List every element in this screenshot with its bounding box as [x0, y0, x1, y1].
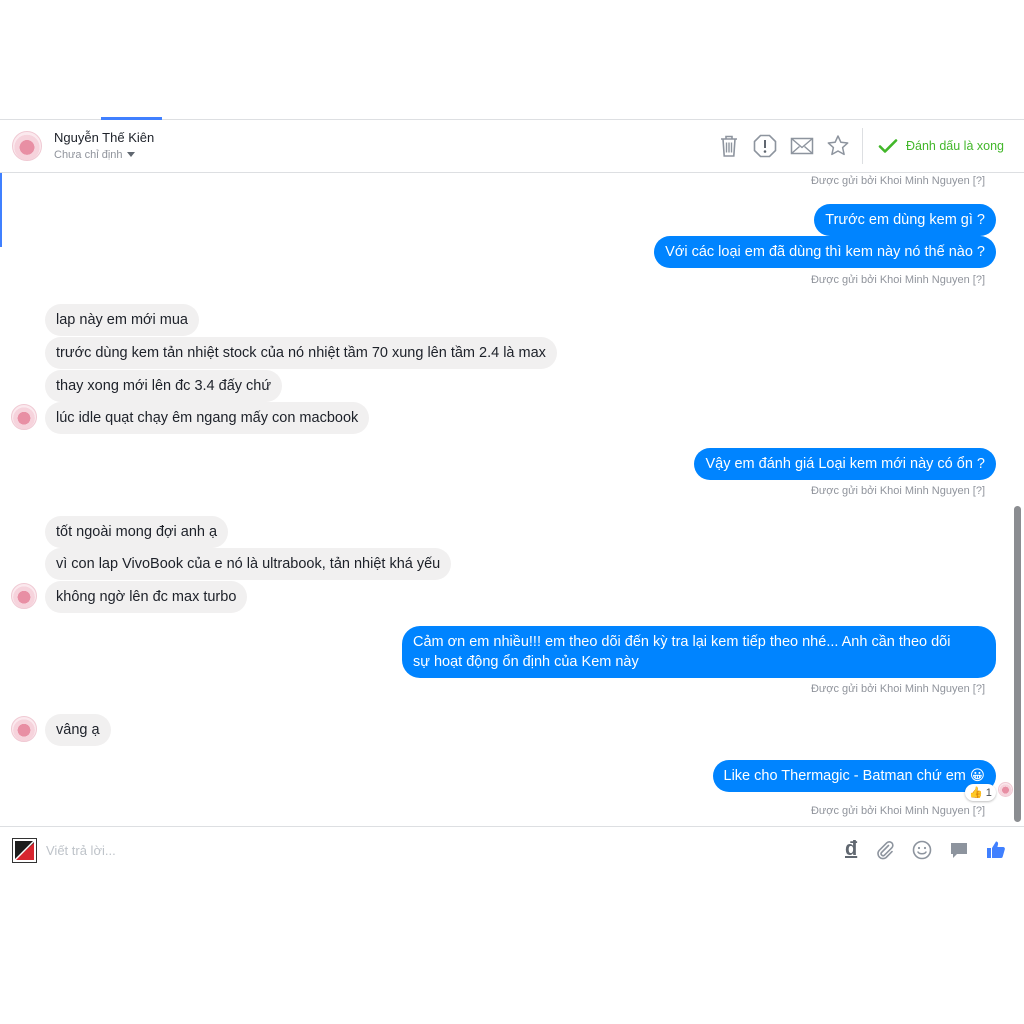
- caret-down-icon: [126, 152, 135, 157]
- message-bubble-outgoing: Với các loại em đã dùng thì kem này nó t…: [654, 236, 996, 268]
- message-bubble-outgoing: Vậy em đánh giá Loại kem mới này có ổn ?: [694, 448, 996, 480]
- contact-avatar: [11, 716, 37, 742]
- contact-avatar: [11, 583, 37, 609]
- message-bubble-outgoing: Cảm ơn em nhiều!!! em theo dõi đến kỳ tr…: [402, 626, 996, 678]
- sent-by-label: Được gửi bởi Khoi Minh Nguyen [?]: [810, 175, 985, 187]
- attachment-icon[interactable]: [874, 839, 896, 861]
- message-bubble-outgoing: Like cho Thermagic - Batman chứ em 😀: [712, 760, 996, 792]
- message-bubble-incoming: lúc idle quạt chạy êm ngang mấy con macb…: [45, 402, 370, 434]
- page-avatar: [12, 838, 37, 863]
- message-bubble-incoming: vâng ạ: [45, 714, 111, 746]
- message-bubble-incoming: trước dùng kem tản nhiệt stock của nó nh…: [45, 337, 557, 369]
- currency-icon[interactable]: đ: [845, 839, 867, 861]
- assignee-label: Chưa chỉ định: [54, 149, 123, 161]
- scrollbar[interactable]: [1014, 506, 1021, 822]
- check-icon: [878, 139, 898, 153]
- seen-avatar: [998, 782, 1013, 797]
- sent-by-label: Được gửi bởi Khoi Minh Nguyen [?]: [810, 805, 985, 817]
- sent-by-label: Được gửi bởi Khoi Minh Nguyen [?]: [810, 274, 985, 286]
- message-bubble-incoming: lap này em mới mua: [45, 304, 200, 336]
- reply-composer: đ: [0, 826, 1024, 906]
- sent-by-label: Được gửi bởi Khoi Minh Nguyen [?]: [810, 485, 985, 497]
- reaction-count: 1: [985, 786, 992, 799]
- message-bubble-incoming: vì con lap VivoBook của e nó là ultraboo…: [45, 548, 452, 580]
- contact-avatar: [11, 404, 37, 430]
- assignee-dropdown[interactable]: Chưa chỉ định: [54, 149, 135, 161]
- message-bubble-incoming: không ngờ lên đc max turbo: [45, 581, 248, 613]
- message-thread: Được gửi bởi Khoi Minh Nguyen [?] Trước …: [0, 173, 1012, 826]
- message-bubble-outgoing: Trước em dùng kem gì ?: [814, 204, 996, 236]
- header-divider: [862, 128, 863, 164]
- contact-name[interactable]: Nguyễn Thế Kiên: [54, 130, 154, 145]
- star-icon[interactable]: [825, 133, 851, 159]
- contact-avatar[interactable]: [12, 131, 42, 161]
- like-icon[interactable]: [985, 839, 1007, 861]
- emoji-icon[interactable]: [911, 839, 933, 861]
- mark-done-button[interactable]: Đánh dấu là xong: [878, 134, 1004, 158]
- reply-input[interactable]: [46, 839, 646, 861]
- trash-icon[interactable]: [716, 133, 742, 159]
- saved-reply-icon[interactable]: [948, 839, 970, 861]
- message-line: sự hoạt động ổn định của Kem này: [413, 654, 639, 670]
- message-bubble-incoming: thay xong mới lên đc 3.4 đấy chứ: [45, 370, 283, 402]
- mark-done-label: Đánh dấu là xong: [906, 139, 1004, 153]
- message-line: Cảm ơn em nhiều!!! em theo dõi đến kỳ tr…: [413, 634, 951, 650]
- reaction-badge[interactable]: 👍 1: [965, 784, 996, 801]
- alert-icon[interactable]: [752, 133, 778, 159]
- mail-icon[interactable]: [789, 133, 815, 159]
- conversation-header: Nguyễn Thế Kiên Chưa chỉ định Đánh dấu l…: [0, 120, 1024, 173]
- sent-by-label: Được gửi bởi Khoi Minh Nguyen [?]: [810, 683, 985, 695]
- message-bubble-incoming: tốt ngoài mong đợi anh ạ: [45, 516, 229, 548]
- thumbs-up-icon: 👍: [969, 787, 983, 799]
